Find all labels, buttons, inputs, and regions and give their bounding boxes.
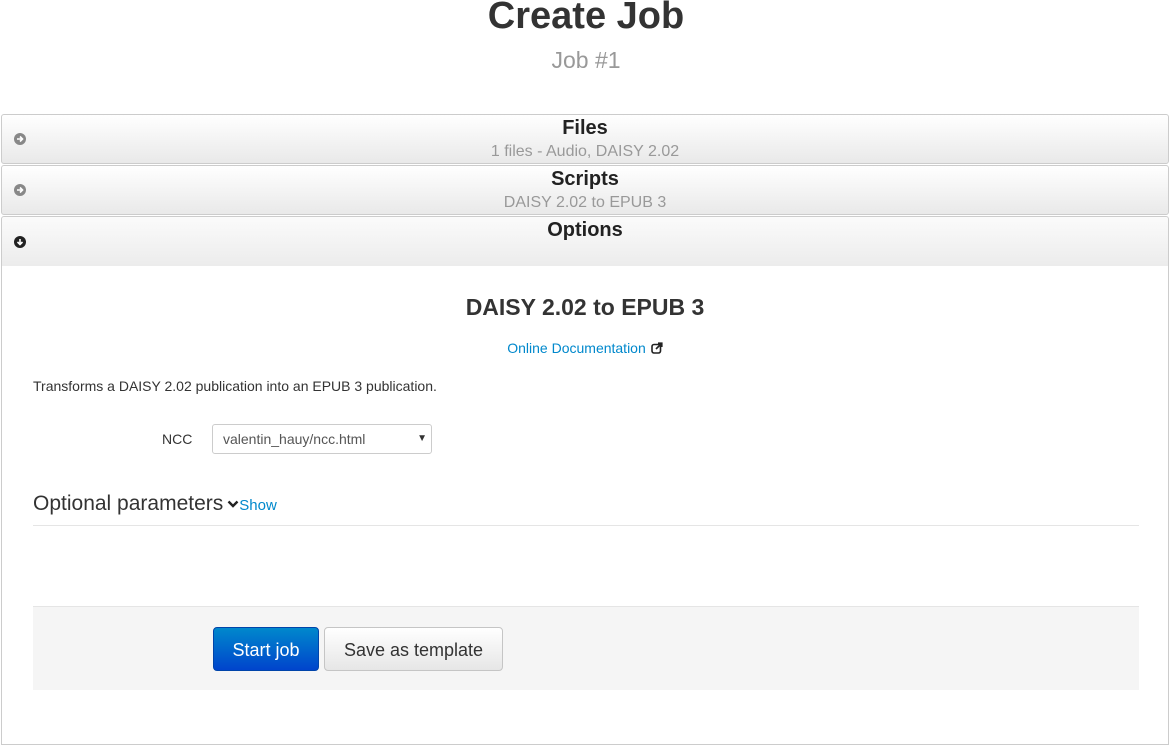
script-description: Transforms a DAISY 2.02 publication into… — [33, 378, 437, 394]
start-job-button[interactable]: Start job — [213, 627, 319, 671]
scripts-title: Scripts — [551, 168, 619, 190]
page-title: Create Job — [487, 0, 685, 37]
scripts-summary: DAISY 2.02 to EPUB 3 — [503, 194, 667, 211]
external-link-icon[interactable] — [650, 340, 663, 354]
files-summary: 1 files - Audio, DAISY 2.02 — [490, 143, 680, 160]
optional-parameters-heading: Optional parameters Show — [33, 492, 277, 518]
options-accordion-header[interactable]: Options — [1, 216, 1169, 266]
page-header: Create Job Job #1 — [0, 0, 1172, 110]
page-subtitle: Job #1 — [551, 47, 621, 73]
doc-link-container: Online Documentation — [2, 339, 1168, 357]
scripts-accordion-header[interactable]: Scripts DAISY 2.02 to EPUB 3 — [1, 165, 1169, 215]
ncc-select[interactable]: valentin_hauy/ncc.html ▼ — [212, 424, 432, 454]
show-optional-parameters-link[interactable]: Show — [239, 497, 277, 514]
dropdown-arrow-icon: ▼ — [417, 433, 427, 444]
optional-parameters-label: Optional parameters — [33, 492, 224, 515]
options-panel: DAISY 2.02 to EPUB 3 Online Documentatio… — [1, 266, 1169, 745]
divider — [33, 525, 1139, 526]
ncc-selected-value: valentin_hauy/ncc.html — [223, 431, 366, 447]
script-title: DAISY 2.02 to EPUB 3 — [465, 294, 705, 320]
chevron-down-icon[interactable] — [227, 492, 239, 508]
files-accordion-header[interactable]: Files 1 files - Audio, DAISY 2.02 — [1, 114, 1169, 164]
save-as-template-button[interactable]: Save as template — [324, 627, 503, 671]
files-title: Files — [562, 117, 608, 139]
options-title: Options — [547, 219, 623, 241]
ncc-label: NCC — [162, 431, 193, 447]
online-documentation-link[interactable]: Online Documentation — [507, 340, 646, 356]
form-actions: Start job Save as template — [33, 606, 1139, 690]
